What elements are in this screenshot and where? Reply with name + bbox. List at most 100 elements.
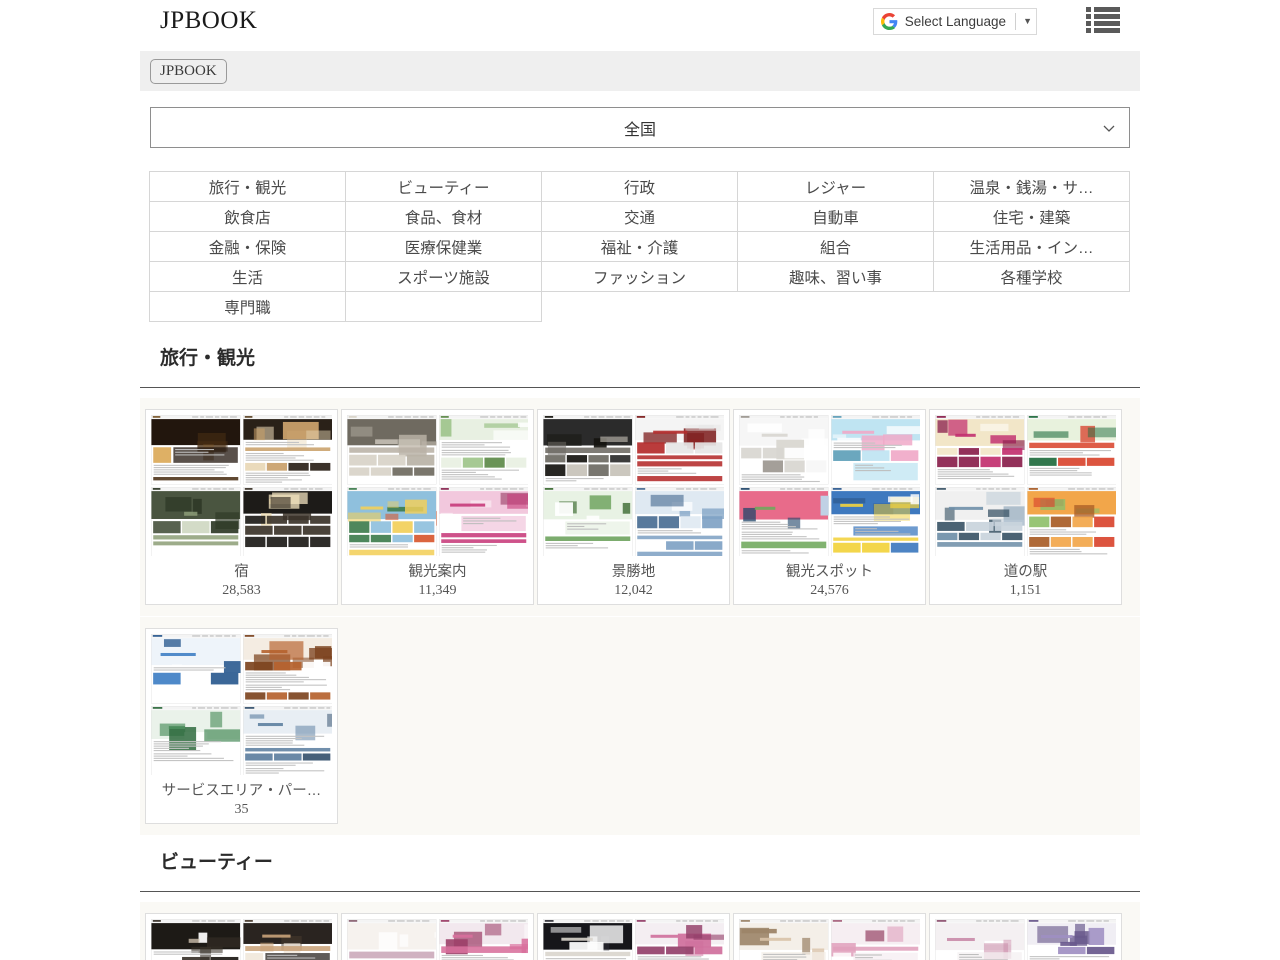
card-count: 11,349 xyxy=(347,582,528,600)
category-cell[interactable]: 各種学校 xyxy=(934,262,1130,292)
card-thumbnail xyxy=(243,919,333,960)
card-count: 24,576 xyxy=(739,582,920,600)
region-select[interactable]: 全国 xyxy=(150,107,1130,148)
card-thumbnail-grid xyxy=(347,415,528,556)
card-thumbnail xyxy=(1027,415,1117,485)
card-count: 12,042 xyxy=(543,582,724,600)
card-label: サービスエリア・パー… xyxy=(151,782,332,800)
card-label: 景勝地 xyxy=(543,563,724,581)
card-count: 35 xyxy=(151,801,332,819)
card-thumbnail-grid xyxy=(935,919,1116,960)
card-thumbnail xyxy=(739,919,829,960)
section-title: 旅行・観光 xyxy=(140,347,1140,371)
category-table: 旅行・観光ビューティー行政レジャー温泉・銭湯・サ…飲食店食品、食材交通自動車住宅… xyxy=(149,171,1130,322)
card-thumbnail-grid xyxy=(739,919,920,960)
section-header: ビューティー xyxy=(140,851,1140,892)
category-cell[interactable]: 医療保健業 xyxy=(346,232,542,262)
section-divider xyxy=(140,891,1140,892)
card-thumbnail xyxy=(151,487,241,557)
category-cell[interactable]: 金融・保険 xyxy=(150,232,346,262)
card-thumbnail-grid xyxy=(151,919,332,960)
card-thumbnail xyxy=(243,634,333,704)
card-thumbnail xyxy=(151,415,241,485)
region-select-value: 全国 xyxy=(624,116,656,140)
category-card[interactable] xyxy=(341,913,534,960)
category-cell[interactable]: 飲食店 xyxy=(150,202,346,232)
category-card[interactable] xyxy=(145,913,338,960)
card-thumbnail xyxy=(635,919,725,960)
card-thumbnail xyxy=(151,706,241,776)
category-row: 旅行・観光ビューティー行政レジャー温泉・銭湯・サ… xyxy=(150,172,1130,202)
category-cell[interactable]: 生活 xyxy=(150,262,346,292)
card-thumbnail-grid xyxy=(739,415,920,556)
card-thumbnail xyxy=(243,487,333,557)
list-menu-row xyxy=(1086,7,1120,12)
breadcrumb: JPBOOK xyxy=(140,51,1140,91)
card-thumbnail xyxy=(243,415,333,485)
category-cell[interactable]: ビューティー xyxy=(346,172,542,202)
category-cell[interactable]: 温泉・銭湯・サ… xyxy=(934,172,1130,202)
category-cell[interactable]: 食品、食材 xyxy=(346,202,542,232)
card-thumbnail xyxy=(635,415,725,485)
card-thumbnail xyxy=(347,487,437,557)
category-cell[interactable]: 行政 xyxy=(542,172,738,202)
list-menu-row xyxy=(1086,28,1120,33)
card-thumbnail-grid xyxy=(151,415,332,556)
category-card[interactable]: 観光スポット24,576 xyxy=(733,409,926,605)
card-thumbnail xyxy=(935,919,1025,960)
category-cell[interactable]: 福祉・介護 xyxy=(542,232,738,262)
category-cell[interactable]: 生活用品・イン… xyxy=(934,232,1130,262)
card-thumbnail-grid xyxy=(543,919,724,960)
category-cell[interactable]: 専門職 xyxy=(150,292,346,322)
google-translate-widget[interactable]: Select Language ▼ xyxy=(873,8,1037,35)
list-menu-icon[interactable] xyxy=(1086,6,1120,34)
card-thumbnail xyxy=(935,415,1025,485)
category-cell[interactable]: ファッション xyxy=(542,262,738,292)
category-card[interactable]: サービスエリア・パー…35 xyxy=(145,628,338,824)
category-cell-empty xyxy=(738,292,934,322)
category-cell[interactable]: 自動車 xyxy=(738,202,934,232)
category-cell[interactable]: スポーツ施設 xyxy=(346,262,542,292)
category-card[interactable] xyxy=(537,913,730,960)
category-cell[interactable]: 趣味、習い事 xyxy=(738,262,934,292)
section-title: ビューティー xyxy=(140,851,1140,875)
page-root: JPBOOK Select Language ▼ JPBOOK xyxy=(0,0,1280,960)
category-cell[interactable]: 住宅・建築 xyxy=(934,202,1130,232)
card-thumbnail xyxy=(1027,487,1117,557)
card-thumbnail xyxy=(347,919,437,960)
breadcrumb-item-jpbook[interactable]: JPBOOK xyxy=(150,59,227,84)
card-thumbnail xyxy=(739,415,829,485)
card-label: 宿 xyxy=(151,563,332,581)
card-row: サービスエリア・パー…35 xyxy=(140,617,1140,835)
category-cell[interactable]: 交通 xyxy=(542,202,738,232)
category-cell[interactable]: レジャー xyxy=(738,172,934,202)
category-cell-empty xyxy=(934,292,1130,322)
category-cell[interactable]: 旅行・観光 xyxy=(150,172,346,202)
chevron-down-icon[interactable]: ▼ xyxy=(1023,17,1032,26)
card-thumbnail xyxy=(831,487,921,557)
category-card[interactable] xyxy=(733,913,926,960)
section-header: 旅行・観光 xyxy=(140,347,1140,388)
card-thumbnail xyxy=(439,415,529,485)
card-thumbnail xyxy=(347,415,437,485)
card-thumbnail xyxy=(1027,919,1117,960)
card-thumbnail xyxy=(151,634,241,704)
category-card[interactable]: 観光案内11,349 xyxy=(341,409,534,605)
card-row xyxy=(140,902,1140,960)
translate-divider xyxy=(1015,13,1016,30)
card-thumbnail-grid xyxy=(347,919,528,960)
category-card[interactable]: 景勝地12,042 xyxy=(537,409,730,605)
category-cell[interactable]: 組合 xyxy=(738,232,934,262)
list-menu-row xyxy=(1086,14,1120,19)
translate-label: Select Language xyxy=(905,14,1006,29)
category-card[interactable] xyxy=(929,913,1122,960)
google-logo-icon xyxy=(881,13,898,30)
card-label: 観光案内 xyxy=(347,563,528,581)
category-cell-empty xyxy=(542,292,738,322)
card-thumbnail xyxy=(831,919,921,960)
card-thumbnail xyxy=(635,487,725,557)
category-card[interactable]: 宿28,583 xyxy=(145,409,338,605)
list-menu-row xyxy=(1086,21,1120,26)
site-header: JPBOOK Select Language ▼ xyxy=(0,0,1280,44)
category-card[interactable]: 道の駅1,151 xyxy=(929,409,1122,605)
